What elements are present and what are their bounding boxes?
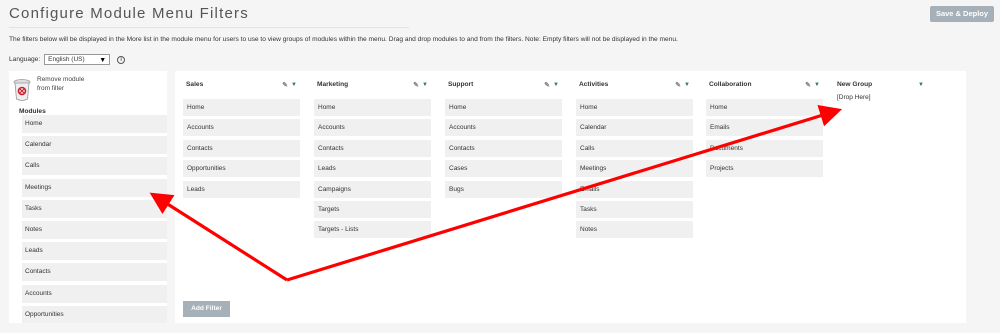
pencil-icon[interactable]: ✎ xyxy=(282,81,288,89)
filter-item[interactable]: Notes xyxy=(576,221,693,239)
filter-group-items: Home Calendar Calls Meetings Emails Tasks Note… xyxy=(576,99,693,239)
filter-group-title[interactable]: Marketing xyxy=(317,81,348,88)
filter-item[interactable]: Targets xyxy=(314,200,431,218)
pencil-icon[interactable]: ✎ xyxy=(675,81,681,89)
filter-group-header: Collaboration ✎ ▼ xyxy=(706,81,823,91)
filter-item[interactable]: Projects xyxy=(706,160,823,178)
module-item[interactable]: Opportunities xyxy=(22,305,167,323)
remove-label-line-1: Remove module xyxy=(37,76,85,83)
filter-group-activities: Activities ✎ ▼ Home Calendar Calls Meetings Ema… xyxy=(576,81,693,242)
filter-item[interactable]: Home xyxy=(445,99,562,116)
module-list: Home Calendar Calls Meetings Tasks Notes Leads… xyxy=(22,115,167,323)
new-group: New Group ▼ [Drop Here] xyxy=(834,81,951,101)
filter-item[interactable]: Documents xyxy=(706,139,823,157)
filter-item[interactable]: Leads xyxy=(314,160,431,178)
filter-item[interactable]: Cases xyxy=(445,160,562,178)
title-divider xyxy=(9,27,409,28)
filter-item[interactable]: Home xyxy=(706,99,823,116)
module-item[interactable]: Calendar xyxy=(22,136,167,155)
module-item[interactable]: Calls xyxy=(22,157,167,176)
filter-group-title[interactable]: Collaboration xyxy=(709,81,752,88)
pencil-icon[interactable]: ✎ xyxy=(544,81,550,89)
filter-item[interactable]: Campaigns xyxy=(314,180,431,198)
add-filter-button[interactable]: Add Filter xyxy=(183,301,230,317)
filter-group-items: Home Accounts Contacts Leads Campaigns Target… xyxy=(314,99,431,239)
language-select[interactable]: English (US) ▼ xyxy=(44,54,111,65)
new-group-header: New Group ▼ xyxy=(834,81,951,91)
module-item[interactable]: Notes xyxy=(22,220,167,239)
trash-icon[interactable] xyxy=(12,78,32,102)
drop-zone[interactable]: [Drop Here] xyxy=(834,94,951,101)
filter-group-marketing: Marketing ✎ ▼ Home Accounts Contacts Leads Camp… xyxy=(314,81,431,242)
filter-group-header: Activities ✎ ▼ xyxy=(576,81,693,91)
filter-group-sales: Sales ✎ ▼ Home Accounts Contacts Opportunities… xyxy=(183,81,300,201)
delete-group-icon[interactable]: ▼ xyxy=(684,82,690,88)
filter-group-title[interactable]: Support xyxy=(448,81,473,88)
filter-item[interactable]: Accounts xyxy=(445,119,562,137)
page-title: Configure Module Menu Filters xyxy=(9,5,249,22)
pencil-icon[interactable]: ✎ xyxy=(413,81,419,89)
module-item[interactable]: Accounts xyxy=(22,284,167,303)
filter-group-items: Home Accounts Contacts Cases Bugs xyxy=(445,99,562,198)
filter-item[interactable]: Accounts xyxy=(183,119,300,137)
info-icon[interactable]: i xyxy=(117,55,126,64)
filter-item[interactable]: Home xyxy=(314,99,431,116)
remove-module-label: Remove module from filter xyxy=(37,75,84,93)
filter-group-items: Home Emails Documents Projects xyxy=(706,99,823,178)
filter-item[interactable]: Calls xyxy=(576,139,693,157)
filter-group-header: Support ✎ ▼ xyxy=(445,81,562,91)
delete-group-icon[interactable]: ▼ xyxy=(422,82,428,88)
filter-item[interactable]: Meetings xyxy=(576,160,693,178)
filter-item[interactable]: Opportunities xyxy=(183,160,300,178)
filter-group-title[interactable]: Activities xyxy=(579,81,608,88)
module-item[interactable]: Tasks xyxy=(22,199,167,218)
module-item[interactable]: Home xyxy=(22,115,167,133)
module-item[interactable]: Contacts xyxy=(22,263,167,282)
language-row: Language: English (US) ▼ i xyxy=(9,54,126,65)
filter-group-support: Support ✎ ▼ Home Accounts Contacts Cases Bugs xyxy=(445,81,562,201)
filter-item[interactable]: Home xyxy=(183,99,300,116)
delete-group-icon[interactable]: ▼ xyxy=(553,82,559,88)
pencil-icon[interactable]: ✎ xyxy=(805,81,811,89)
filter-item[interactable]: Calendar xyxy=(576,119,693,137)
language-selected-value: English (US) xyxy=(48,56,85,63)
language-label: Language: xyxy=(9,56,41,63)
filter-item[interactable]: Contacts xyxy=(183,139,300,157)
filter-item[interactable]: Emails xyxy=(576,180,693,198)
filters-panel: Sales ✎ ▼ Home Accounts Contacts Opportunities… xyxy=(175,71,966,323)
filter-group-items: Home Accounts Contacts Opportunities Leads xyxy=(183,99,300,198)
filter-item[interactable]: Leads xyxy=(183,180,300,198)
filter-group-collaboration: Collaboration ✎ ▼ Home Emails Documents Projec… xyxy=(706,81,823,181)
filter-group-header: Marketing ✎ ▼ xyxy=(314,81,431,91)
filter-item[interactable]: Bugs xyxy=(445,180,562,198)
delete-group-icon[interactable]: ▼ xyxy=(291,82,297,88)
modules-panel: Remove module from filter Modules Home Ca… xyxy=(9,71,167,323)
new-group-title[interactable]: New Group xyxy=(837,81,872,88)
filter-item[interactable]: Contacts xyxy=(314,139,431,157)
module-item[interactable]: Meetings xyxy=(22,178,167,197)
filter-group-title[interactable]: Sales xyxy=(186,81,203,88)
filter-item[interactable]: Emails xyxy=(706,119,823,137)
module-item[interactable]: Leads xyxy=(22,242,167,261)
modules-label: Modules xyxy=(19,108,46,115)
description-text: The filters below will be displayed in t… xyxy=(9,36,678,43)
dropdown-caret-icon: ▼ xyxy=(99,57,107,64)
filter-item[interactable]: Targets - Lists xyxy=(314,221,431,239)
filter-item[interactable]: Contacts xyxy=(445,139,562,157)
filter-item[interactable]: Accounts xyxy=(314,119,431,137)
filter-group-header: Sales ✎ ▼ xyxy=(183,81,300,91)
filter-item[interactable]: Home xyxy=(576,99,693,116)
delete-group-icon[interactable]: ▼ xyxy=(814,82,820,88)
save-deploy-button[interactable]: Save & Deploy xyxy=(930,6,994,22)
remove-label-line-2: from filter xyxy=(37,85,65,92)
filter-item[interactable]: Tasks xyxy=(576,200,693,218)
delete-group-icon[interactable]: ▼ xyxy=(918,82,924,88)
